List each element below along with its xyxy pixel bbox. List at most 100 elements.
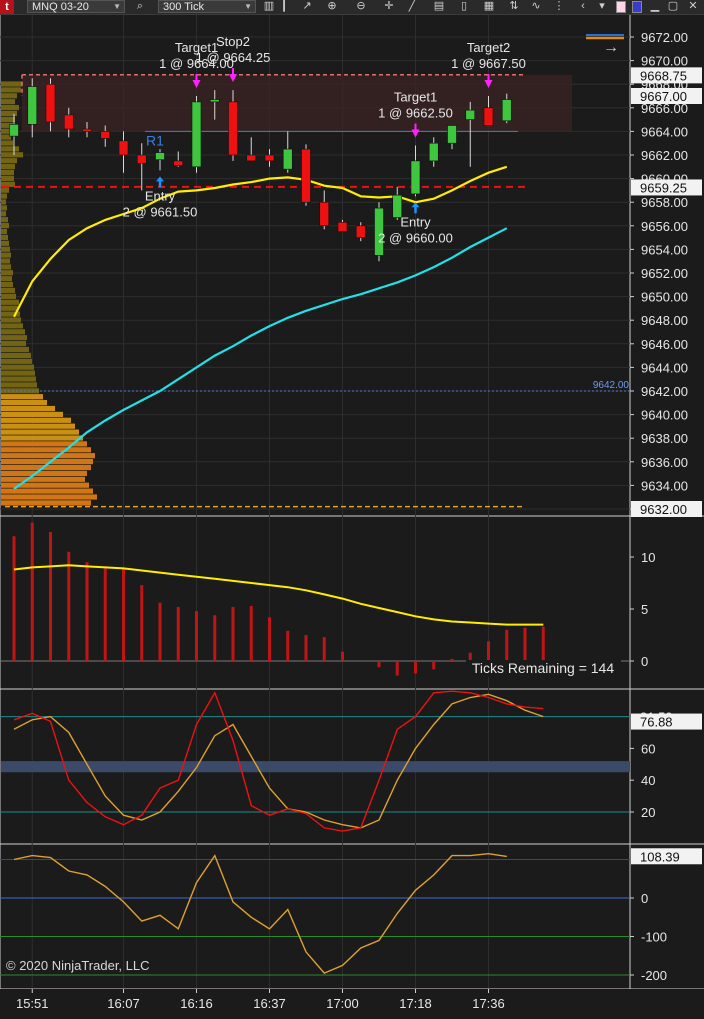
color-swatch-blue[interactable] — [632, 1, 642, 13]
volume-profile-bar — [1, 470, 87, 476]
price-tick-label: 9646.00 — [641, 337, 688, 352]
chart-area[interactable]: 9672.009670.009668.009666.009664.009662.… — [0, 15, 704, 1019]
volume-profile-bar — [1, 99, 15, 105]
stoch-tick-label: 40 — [641, 773, 655, 788]
time-tick-label: 17:00 — [326, 996, 359, 1011]
order-sub-label: 1 @ 9664.25 — [196, 50, 271, 65]
search-icon[interactable]: ⌕ — [131, 0, 149, 14]
crosshair-arrow-icon[interactable]: ↗ — [298, 0, 316, 14]
time-tick-label: 16:37 — [253, 996, 286, 1011]
price-tick-label: 9664.00 — [641, 124, 688, 139]
volume-profile-bar — [1, 382, 37, 388]
crosshair-icon[interactable]: ✛ — [380, 0, 398, 14]
scroll-icon[interactable]: ‹ — [574, 0, 592, 14]
candle-up — [155, 152, 165, 161]
color-swatch-pink[interactable] — [616, 1, 626, 13]
volume-profile-bar — [1, 258, 10, 264]
order-sub-label: 1 @ 9662.50 — [378, 106, 453, 121]
maximize-button[interactable]: ▢ — [664, 0, 682, 14]
volume-profile-bar — [1, 394, 43, 400]
entry-sub-label: 2 @ 9660.00 — [378, 230, 453, 245]
order-label: Target2 — [467, 40, 510, 55]
volume-profile-bar — [1, 482, 89, 488]
draw-line-icon[interactable]: ╱ — [403, 0, 421, 14]
candle-down — [337, 221, 348, 232]
volume-profile-bar — [1, 494, 97, 500]
candle-down — [45, 83, 56, 123]
volume-profile-bar — [1, 116, 15, 122]
price-tick-label: 9670.00 — [641, 54, 688, 69]
volume-profile-bar — [1, 93, 17, 99]
time-tick-label: 15:51 — [16, 996, 49, 1011]
price-marker-label: 9632.00 — [640, 502, 687, 517]
volume-profile-bar — [1, 81, 23, 87]
price-tick-label: 9658.00 — [641, 195, 688, 210]
candle-down — [136, 154, 147, 164]
volume-profile-bar — [1, 423, 75, 429]
chart-trader-icon[interactable]: ▦ — [480, 0, 498, 14]
volume-profile-bar — [1, 305, 18, 311]
candle-down — [483, 107, 494, 126]
stoch-tick-label: 60 — [641, 741, 655, 756]
price-tick-label: 9662.00 — [641, 148, 688, 163]
candle-up — [9, 124, 19, 137]
zoom-in-icon[interactable]: ⊕ — [323, 0, 341, 14]
volume-profile-bar — [1, 246, 10, 252]
candle-up — [410, 160, 421, 195]
volume-profile-bar — [1, 376, 36, 382]
candle-down — [264, 154, 275, 162]
candle-down — [355, 225, 366, 238]
close-button[interactable]: ✕ — [684, 0, 702, 14]
data-box-icon[interactable]: ▯ — [455, 0, 473, 14]
copyright-watermark: © 2020 NinjaTrader, LLC — [6, 958, 150, 973]
volume-profile-bar — [1, 152, 23, 158]
instrument-value: MNQ 03-20 — [32, 1, 89, 13]
volume-profile-bar — [1, 234, 8, 240]
interval-selector[interactable]: 300 Tick ▼ — [158, 0, 256, 13]
volume-profile-bar — [1, 217, 8, 223]
zoom-out-icon[interactable]: ⊖ — [352, 0, 370, 14]
volume-profile-bar — [1, 293, 16, 299]
time-tick-label: 17:18 — [399, 996, 432, 1011]
r1-pivot-label: R1 — [146, 132, 164, 148]
order-label: Target1 — [394, 90, 437, 105]
volume-profile-bar — [1, 146, 19, 152]
volume-profile-bar — [1, 264, 11, 270]
volume-profile-bar — [1, 287, 15, 294]
candle-up — [191, 101, 202, 168]
volume-profile-bar — [1, 317, 21, 323]
price-marker-label: 9668.75 — [640, 68, 687, 83]
volume-profile-bar — [1, 87, 21, 93]
more-tools-icon[interactable]: ⋮ — [550, 0, 568, 14]
chevron-down-icon: ▼ — [244, 2, 252, 11]
volume-profile-bar — [1, 335, 27, 341]
minimize-button[interactable]: ▁ — [646, 0, 664, 14]
strategy-icon[interactable]: ⇅ — [505, 0, 523, 14]
candle-up — [209, 99, 220, 103]
volume-profile-bar — [1, 429, 79, 435]
price-tick-label: 9640.00 — [641, 408, 688, 423]
volume-profile-bar — [1, 346, 29, 353]
candle-down — [100, 131, 111, 139]
volume-profile-bar — [1, 364, 34, 370]
menu-icon[interactable]: ▾ — [593, 0, 611, 14]
price-tick-label: 9672.00 — [641, 30, 688, 45]
properties-icon[interactable]: ▤ — [430, 0, 448, 14]
ninjatrader-logo: t — [0, 0, 14, 14]
scroll-right-icon: → — [603, 39, 619, 56]
price-tick-label: 9650.00 — [641, 290, 688, 305]
volume-profile-bar — [1, 270, 13, 276]
instrument-selector[interactable]: MNQ 03-20 ▼ — [27, 0, 125, 13]
candle-down — [63, 114, 74, 130]
cci-tick-label: 0 — [641, 891, 648, 906]
candle-up — [282, 148, 293, 170]
volume-profile-bar — [1, 164, 15, 170]
candle-down — [118, 140, 129, 156]
candle-down — [319, 201, 330, 227]
candlestick-icon[interactable]: ┃ — [275, 0, 293, 14]
order-sub-label: 1 @ 9667.50 — [451, 56, 526, 71]
indicators-icon[interactable]: ∿ — [527, 0, 545, 14]
volume-profile-bar — [1, 476, 85, 482]
candle-down — [82, 128, 92, 132]
price-tick-label: 9654.00 — [641, 242, 688, 257]
